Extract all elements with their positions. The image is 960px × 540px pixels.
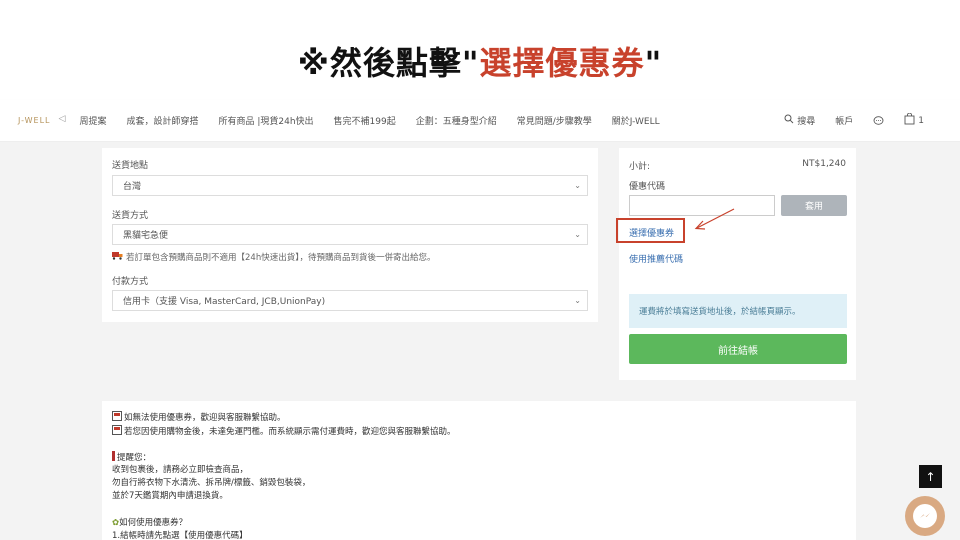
shipping-method-value: 黑貓宅急便 (123, 231, 169, 241)
preorder-note: 若訂單包含預購商品則不適用【24h快速出貨】，待預購商品到貨後一併寄出給您。 (112, 251, 435, 263)
shipping-method-label: 送貨方式 (112, 211, 149, 221)
messenger-icon (913, 504, 937, 528)
headline-accent: 選擇優惠券 (479, 44, 645, 82)
payment-method-value: 信用卡（支援 Visa, MasterCard, JCB,UnionPay) (123, 297, 326, 307)
messenger-button[interactable] (905, 496, 945, 536)
shipping-method-select[interactable]: 黑貓宅急便 ⌄ (112, 224, 588, 245)
reminder-line-1: 收到包裹後，請務必立即檢查商品， (112, 465, 249, 475)
cart-button[interactable]: 1 (904, 112, 924, 128)
checkout-page: 送貨地點 台灣 ⌄ 送貨方式 黑貓宅急便 ⌄ 若訂單包含預購商品則不適用【24h… (0, 142, 960, 540)
search-button[interactable]: 搜尋 (784, 114, 815, 127)
apply-coupon-button[interactable]: 套用 (781, 195, 847, 216)
account-link[interactable]: 帳戶 (835, 114, 853, 127)
order-summary-card: 小計: NT$1,240 優惠代碼 套用 選擇優惠券 使用推薦代碼 運費將於填寫… (616, 148, 856, 380)
nav-item-about[interactable]: 關於J-WELL (612, 114, 660, 127)
truck-icon (112, 251, 123, 263)
referral-code-link[interactable]: 使用推薦代碼 (629, 252, 683, 265)
brand-logo[interactable]: J-WELL (18, 116, 51, 125)
mail-icon (112, 411, 122, 421)
nav-item-faq[interactable]: 常見問題/步驟教學 (517, 114, 592, 127)
nav-item-weekly[interactable]: 周提案 (79, 114, 106, 127)
nav-menu: ◁ 周提案 成套，設計師穿搭 所有商品 |現貨24h快出 售完不補199起 企劃… (59, 114, 680, 127)
nav-item-outfits[interactable]: 成套，設計師穿搭 (126, 114, 198, 127)
chevron-down-icon: ⌄ (574, 181, 581, 190)
shopping-bag-icon (904, 112, 915, 128)
top-navbar: J-WELL ◁ 周提案 成套，設計師穿搭 所有商品 |現貨24h快出 售完不補… (0, 100, 960, 142)
nav-actions: 搜尋 帳戶 1 (784, 112, 924, 128)
preorder-note-text: 若訂單包含預購商品則不適用【24h快速出貨】，待預購商品到貨後一併寄出給您。 (126, 253, 436, 263)
search-label: 搜尋 (797, 117, 816, 127)
cart-count: 1 (918, 115, 924, 126)
destination-select[interactable]: 台灣 ⌄ (112, 175, 588, 196)
destination-value: 台灣 (123, 182, 142, 192)
reminder-title: 提醒您： (112, 451, 151, 465)
subtotal-value: NT$1,240 (802, 159, 846, 169)
search-icon (784, 114, 794, 127)
scroll-to-top-button[interactable]: ↑ (919, 465, 942, 488)
checkout-button[interactable]: 前往結帳 (629, 334, 847, 364)
red-bar-icon (112, 451, 115, 461)
instruction-headline: ※然後點擊"選擇優惠券" (0, 38, 960, 84)
subtotal-label: 小計: (629, 162, 651, 172)
chevron-down-icon: ⌄ (574, 296, 581, 305)
note-line-2: 若您因使用購物金後，未達免運門檻。而系統顯示需付運費時，歡迎您與客服聯繫協助。 (112, 425, 456, 439)
howto-title-text: 如何使用優惠券？ (119, 518, 188, 528)
nav-back-arrow[interactable]: ◁ (59, 114, 66, 127)
chat-icon[interactable] (873, 115, 884, 126)
arrow-up-icon: ↑ (925, 469, 936, 484)
reminder-line-3: 並於7天鑑賞期內申請退換貨。 (112, 491, 228, 501)
chevron-down-icon: ⌄ (574, 230, 581, 239)
howto-line-1: 1.結帳時請先點選【使用優惠代碼】 (112, 531, 248, 540)
headline-suffix: " (644, 44, 663, 82)
nav-item-sale[interactable]: 售完不補199起 (334, 114, 396, 127)
note-line-2-text: 若您因使用購物金後，未達免運門檻。而系統顯示需付運費時，歡迎您與客服聯繫協助。 (124, 427, 456, 437)
nav-item-body-types[interactable]: 企劃：五種身型介紹 (416, 114, 497, 127)
mail-icon (112, 425, 122, 435)
shipping-info-alert: 運費將於填寫送貨地址後，於結帳頁顯示。 (629, 294, 847, 328)
payment-method-select[interactable]: 信用卡（支援 Visa, MasterCard, JCB,UnionPay) ⌄ (112, 290, 588, 311)
note-line-1: 如無法使用優惠券，歡迎與客服聯繫協助。 (112, 411, 286, 425)
headline-prefix: ※然後點擊" (297, 44, 480, 82)
howto-title: ✿如何使用優惠券？ (112, 517, 187, 530)
delivery-form-card: 送貨地點 台灣 ⌄ 送貨方式 黑貓宅急便 ⌄ 若訂單包含預購商品則不適用【24h… (102, 148, 598, 322)
note-line-1-text: 如無法使用優惠券，歡迎與客服聯繫協助。 (124, 413, 286, 423)
coupon-code-label: 優惠代碼 (629, 182, 666, 192)
reminder-line-2: 勿自行將衣物下水清洗、拆吊牌/標籤、銷毀包裝袋， (112, 478, 311, 488)
annotation-arrow-icon (694, 208, 735, 230)
notes-card: 如無法使用優惠券，歡迎與客服聯繫協助。 若您因使用購物金後，未達免運門檻。而系統… (102, 401, 856, 540)
nav-item-all-products[interactable]: 所有商品 |現貨24h快出 (218, 114, 313, 127)
destination-label: 送貨地點 (112, 161, 149, 171)
select-coupon-link[interactable]: 選擇優惠券 (629, 226, 674, 239)
payment-method-label: 付款方式 (112, 277, 149, 287)
reminder-title-text: 提醒您： (117, 453, 152, 463)
